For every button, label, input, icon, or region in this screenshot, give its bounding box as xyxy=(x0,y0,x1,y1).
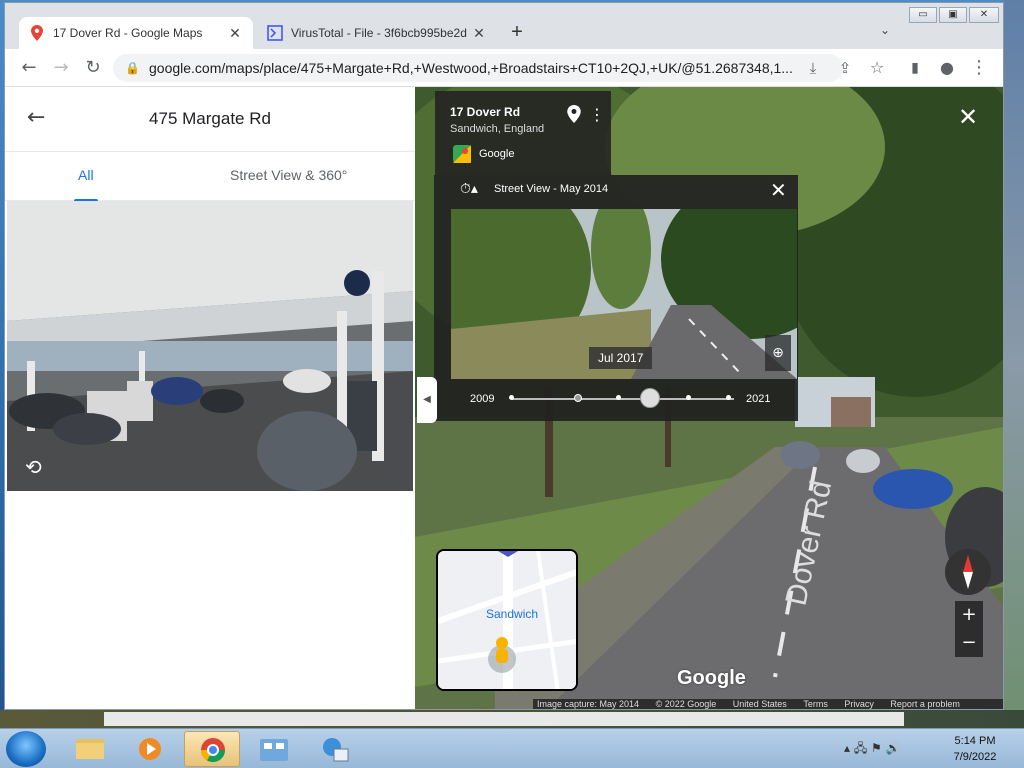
taskbar-explorer-icon[interactable] xyxy=(62,731,118,767)
address-title: 17 Dover Rd xyxy=(450,105,521,119)
zoom-in-icon[interactable]: ⊕ xyxy=(765,335,791,371)
google-watermark: Google xyxy=(677,667,746,689)
footer-image-capture: Image capture: May 2014 xyxy=(537,699,640,709)
timeline-tick[interactable] xyxy=(686,395,691,400)
timeline-title: Street View - May 2014 xyxy=(494,183,609,195)
timeline-end-year: 2021 xyxy=(746,393,771,405)
map-footer: Image capture: May 2014 © 2022 Google Un… xyxy=(533,699,1003,709)
timeline-preview-image[interactable]: Jul 2017 ⊕ xyxy=(451,209,797,379)
collapse-panel-button[interactable]: ◀ xyxy=(417,377,437,423)
tab-google-maps[interactable]: 17 Dover Rd - Google Maps ✕ xyxy=(19,17,253,49)
download-icon[interactable]: ⤓ xyxy=(801,56,825,80)
timeline-tick[interactable] xyxy=(726,395,731,400)
timeline-start-year: 2009 xyxy=(470,393,495,405)
browser-toolbar: ← → ↻ 🔒 google.com/maps/place/475+Margat… xyxy=(5,49,1003,87)
profile-avatar-icon[interactable]: ● xyxy=(935,56,959,80)
place-photo[interactable]: ⟲ xyxy=(7,201,413,491)
mini-map[interactable]: Sandwich xyxy=(436,549,578,691)
menu-kebab-icon[interactable]: ⋮ xyxy=(967,56,991,80)
lock-icon: 🔒 xyxy=(125,61,140,75)
place-title: 475 Margate Rd xyxy=(149,109,271,128)
tab-title: 17 Dover Rd - Google Maps xyxy=(53,26,203,40)
tab-all[interactable]: All xyxy=(78,167,94,183)
taskbar-network-app-icon[interactable] xyxy=(308,731,364,767)
provider-label: Google xyxy=(479,148,515,160)
tab-strip: ▭ ▣ ✕ 17 Dover Rd - Google Maps ✕ VirusT… xyxy=(5,3,1003,49)
close-timeline-icon[interactable]: ✕ xyxy=(770,178,787,202)
back-arrow-icon[interactable]: ← xyxy=(17,56,41,80)
zoom-in-button[interactable]: + xyxy=(955,601,983,629)
new-tab-button[interactable]: + xyxy=(505,21,529,45)
taskbar-media-player-icon[interactable] xyxy=(122,731,178,767)
tab-virustotal[interactable]: VirusTotal - File - 3f6bcb995be2d ✕ xyxy=(257,17,497,49)
browser-window: ▭ ▣ ✕ 17 Dover Rd - Google Maps ✕ VirusT… xyxy=(4,2,1004,710)
footer-region-link[interactable]: United States xyxy=(733,699,787,709)
system-tray-icons[interactable]: ▴ 🖧 ⚑ 🔊 xyxy=(844,739,901,760)
timeline-tick[interactable] xyxy=(509,395,514,400)
close-street-view-icon[interactable]: ✕ xyxy=(958,103,978,131)
clock[interactable]: 5:14 PM 7/9/2022 xyxy=(950,733,1000,765)
footer-report-link[interactable]: Report a problem xyxy=(890,699,960,709)
footer-copyright: © 2022 Google xyxy=(655,699,717,709)
mini-map-label: Sandwich xyxy=(486,607,539,621)
bookmark-star-icon[interactable]: ☆ xyxy=(865,56,889,80)
compass-icon[interactable] xyxy=(945,549,991,595)
share-icon[interactable]: ⇪ xyxy=(833,56,857,80)
clock-date: 7/9/2022 xyxy=(953,751,997,763)
tab-search-chevron-icon[interactable]: ⌄ xyxy=(875,23,895,43)
restore-button[interactable]: ▣ xyxy=(939,7,967,23)
horizontal-scrollbar[interactable] xyxy=(104,712,904,726)
history-clock-icon[interactable]: ⏱▴ xyxy=(460,181,478,197)
timeline-slider-handle[interactable] xyxy=(640,388,660,408)
location-pin-icon[interactable] xyxy=(567,105,581,123)
more-options-icon[interactable]: ⋮ xyxy=(589,105,605,124)
footer-terms-link[interactable]: Terms xyxy=(803,699,828,709)
mini-map-roads xyxy=(438,551,576,689)
timeline-tick[interactable] xyxy=(574,394,582,402)
street-view-pane[interactable]: Dover Rd 17 Dover Rd Sandwich, England ⋮… xyxy=(415,87,1003,709)
rotate-360-icon[interactable]: ⟲ xyxy=(25,455,42,479)
tab-street-view-360[interactable]: Street View & 360° xyxy=(230,167,347,183)
desktop-wallpaper-right xyxy=(1004,0,1024,728)
close-tab-icon[interactable]: ✕ xyxy=(227,25,243,42)
timeline-tick[interactable] xyxy=(616,395,621,400)
desktop: ▭ ▣ ✕ 17 Dover Rd - Google Maps ✕ VirusT… xyxy=(0,0,1024,768)
close-window-button[interactable]: ✕ xyxy=(969,7,999,23)
gas-station-photo xyxy=(7,201,413,491)
footer-privacy-link[interactable]: Privacy xyxy=(844,699,874,709)
google-maps-logo-icon xyxy=(453,145,471,163)
photo-tabs: All Street View & 360° xyxy=(5,151,415,202)
close-tab-icon[interactable]: ✕ xyxy=(471,25,487,42)
taskbar: ▴ 🖧 ⚑ 🔊 5:14 PM 7/9/2022 xyxy=(0,728,1024,768)
address-card: 17 Dover Rd Sandwich, England ⋮ Google xyxy=(435,91,611,175)
start-button[interactable] xyxy=(6,731,46,767)
address-bar[interactable]: 🔒 google.com/maps/place/475+Margate+Rd,+… xyxy=(113,54,843,82)
taskbar-chrome-icon[interactable] xyxy=(184,731,240,767)
taskbar-control-panel-icon[interactable] xyxy=(246,731,302,767)
side-panel-icon[interactable]: ▮ xyxy=(903,56,927,80)
place-panel: ← 475 Margate Rd All Street View & 360° xyxy=(5,87,415,709)
tab-title: VirusTotal - File - 3f6bcb995be2d xyxy=(291,26,467,40)
forward-arrow-icon[interactable]: → xyxy=(49,56,73,80)
address-subtitle: Sandwich, England xyxy=(450,123,545,135)
date-badge: Jul 2017 xyxy=(589,347,653,369)
maps-pin-icon xyxy=(29,25,45,41)
time-travel-panel: ⏱▴ Street View - May 2014 ✕ Jul 2017 ⊕ 2… xyxy=(434,175,798,421)
virustotal-icon xyxy=(267,25,283,41)
minimize-button[interactable]: ▭ xyxy=(909,7,937,23)
zoom-out-button[interactable]: − xyxy=(955,629,983,657)
url-text: google.com/maps/place/475+Margate+Rd,+We… xyxy=(149,60,793,76)
timeline-track[interactable] xyxy=(512,398,734,400)
clock-time: 5:14 PM xyxy=(954,735,996,747)
reload-icon[interactable]: ↻ xyxy=(81,56,105,80)
